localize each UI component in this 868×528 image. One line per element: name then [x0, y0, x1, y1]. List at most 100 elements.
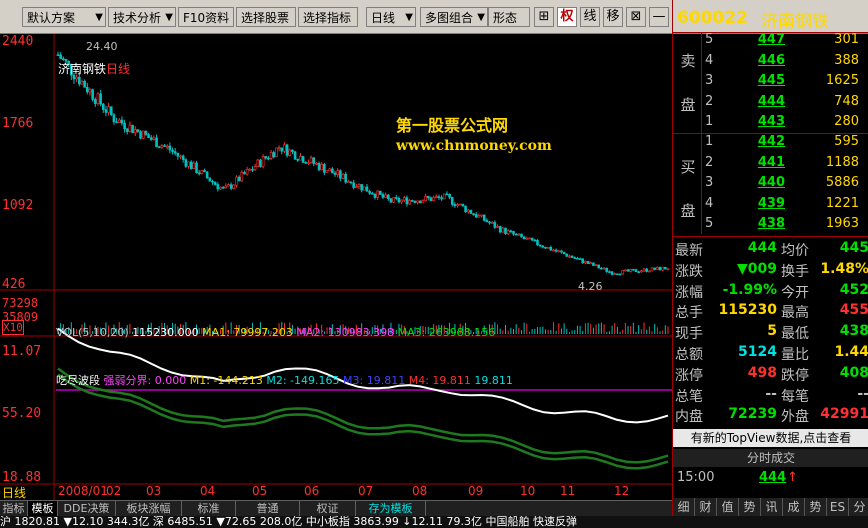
chevron-down-icon: ▼ [95, 12, 103, 23]
stat-label: 涨跌 [675, 263, 703, 280]
date-tick-label: 10 [520, 484, 536, 498]
right-tab[interactable]: 成 [783, 498, 805, 516]
indicator-axis-label: 11.07 [2, 344, 42, 359]
bid-row[interactable]: 4 439 1221 [703, 196, 867, 217]
tab-dde[interactable]: DDE决策 [58, 501, 116, 516]
candle-body [608, 271, 611, 273]
candle-body [245, 169, 249, 175]
candle-body [373, 194, 377, 198]
candle-body [256, 159, 260, 167]
f10-button[interactable]: F10资料 [178, 7, 234, 27]
right-tab[interactable]: 细 [673, 498, 695, 516]
stat-value: 5124 [738, 344, 777, 360]
right-tab[interactable]: 财 [695, 498, 717, 516]
tab-save-template[interactable]: 存为模板 [356, 501, 426, 516]
candle-body [219, 187, 222, 190]
level-label: 5 [705, 216, 714, 231]
minimize-icon[interactable]: — [649, 7, 669, 27]
volume-value: 1188 [825, 154, 859, 170]
tab-standard[interactable]: 标准 [182, 501, 236, 516]
candle-body [434, 196, 438, 198]
buy-side-label: 盘 [680, 202, 696, 220]
move-button[interactable]: 移 [603, 7, 623, 27]
stat-value: 455 [839, 302, 868, 319]
tech-analysis-button[interactable]: 技术分析 ▼ [108, 7, 176, 27]
add-chart-icon[interactable]: ⊞ [534, 7, 554, 27]
ask-row[interactable]: 2 444 748 [703, 94, 867, 115]
ask-row[interactable]: 3 445 1625 [703, 73, 867, 94]
candle-body [200, 170, 204, 174]
candle-body [640, 270, 643, 273]
shape-button[interactable]: 形态 [488, 7, 530, 27]
bid-row[interactable]: 2 441 1188 [703, 155, 867, 176]
price-axis-label: 1092 [2, 198, 34, 213]
candle-body [315, 163, 318, 165]
draw-line-button[interactable]: 线 [580, 7, 600, 27]
tick-trades-header[interactable]: 分时成交 [673, 449, 868, 467]
market-status-bar: 沪 1820.81 ▼12.10 344.3亿 深 6485.51 ▼72.65… [0, 516, 868, 528]
volume-ma2: MA2: 130983.398 [296, 326, 395, 339]
pick-stock-button[interactable]: 选择股票 [236, 7, 296, 27]
date-tick-label: 06 [304, 484, 320, 498]
bid-row[interactable]: 5 438 1963 [703, 216, 867, 237]
candle-body [331, 168, 334, 174]
candle-body [642, 268, 646, 272]
right-tab[interactable]: 值 [717, 498, 739, 516]
right-tab[interactable]: ES [827, 498, 849, 516]
candle-body [184, 159, 188, 167]
right-tab[interactable]: 势 [805, 498, 827, 516]
price-axis-label: 1766 [2, 116, 34, 131]
indicator-legend: 吃尽波段 强弱分界: 0.000 M1: -144.213 M2: -149.1… [56, 372, 513, 388]
right-tab[interactable]: 分 [849, 498, 868, 516]
multi-chart-dropdown[interactable]: 多图组合 ▼ [420, 7, 488, 27]
candle-body [195, 162, 198, 174]
stat-value: 115230 [718, 302, 777, 319]
right-tab[interactable]: 势 [739, 498, 761, 516]
tab-template[interactable]: 模板 [28, 501, 58, 516]
kline-chart[interactable]: 2440 1766 1092 426 73298 35809 X10 11.07… [0, 34, 672, 516]
candle-body [269, 152, 273, 159]
candle-body [637, 271, 640, 274]
candle-body [365, 186, 369, 192]
candle-body [347, 181, 350, 184]
candle-body [632, 269, 635, 271]
ask-row[interactable]: 5 447 301 [703, 32, 867, 53]
topview-banner[interactable]: 有新的TopView数据,点击查看 [673, 429, 868, 447]
close-icon[interactable]: ⊠ [626, 7, 646, 27]
tab-warrant[interactable]: 权证 [300, 501, 356, 516]
candle-body [333, 172, 337, 175]
price-value: 438 [757, 216, 785, 231]
candle-body [448, 193, 451, 198]
rights-toggle[interactable]: 权 [557, 7, 577, 27]
scheme-dropdown[interactable]: 默认方案 ▼ [22, 7, 106, 27]
candle-body [568, 255, 571, 258]
candle-body [520, 233, 523, 238]
indicator-axis-label: 55.20 [2, 406, 42, 421]
timeframe-label: 日线 [106, 62, 131, 76]
date-tick-label: 11 [560, 484, 576, 498]
candle-body [355, 186, 358, 188]
volume-title: VOL(5,10,20) [56, 326, 129, 339]
ask-row[interactable]: 1 443 280 [703, 114, 867, 135]
candle-body [293, 151, 297, 160]
candle-body [416, 200, 419, 203]
tab-normal[interactable]: 普通 [236, 501, 300, 516]
pick-indicator-button[interactable]: 选择指标 [298, 7, 358, 27]
price-value: 439 [757, 195, 785, 211]
tab-sector[interactable]: 板块涨幅 [116, 501, 182, 516]
candle-body [283, 144, 286, 152]
right-tab[interactable]: 讯 [761, 498, 783, 516]
candle-body [387, 194, 390, 199]
period-dropdown[interactable]: 日线 ▼ [366, 7, 416, 27]
bid-row[interactable]: 1 442 595 [703, 134, 867, 155]
volume-ma1: MA1: 79997.203 [202, 326, 293, 339]
price-value: 442 [757, 134, 785, 149]
bid-row[interactable]: 3 440 5886 [703, 175, 867, 196]
tab-indicator[interactable]: 指标 [0, 501, 28, 516]
candle-body [650, 267, 654, 272]
ask-row[interactable]: 4 446 388 [703, 53, 867, 74]
period-footer-label: 日线 [2, 486, 27, 500]
candle-body [592, 262, 595, 266]
tick-price: 444 [759, 470, 787, 485]
level-label: 3 [705, 175, 714, 190]
